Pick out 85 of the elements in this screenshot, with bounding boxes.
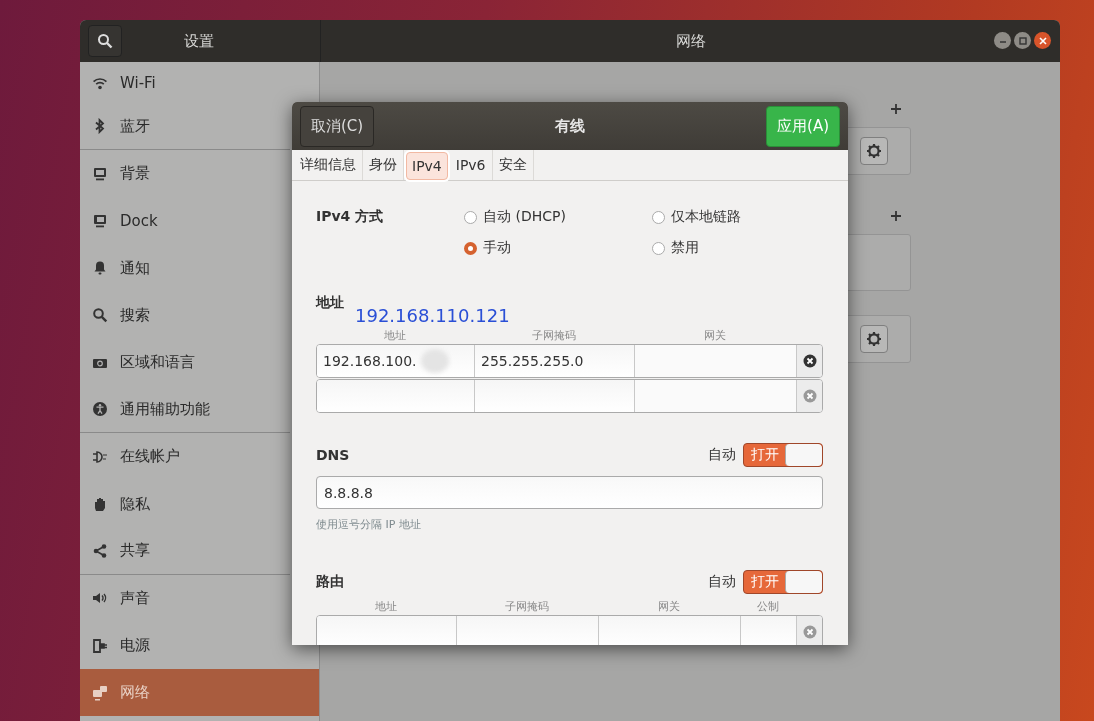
radio-button[interactable] <box>464 210 477 224</box>
radio-option[interactable]: 手动 <box>464 239 652 257</box>
gear-icon <box>866 143 882 159</box>
sidebar-item[interactable]: 搜索 <box>80 291 290 339</box>
accessibility-icon <box>92 401 108 418</box>
auto-label: 自动 <box>708 446 736 464</box>
sidebar-item[interactable]: 背景 <box>80 150 290 198</box>
monitor-icon <box>92 212 108 229</box>
minimize-button[interactable] <box>994 32 1011 49</box>
radio-button[interactable] <box>464 241 477 255</box>
add-icon[interactable] <box>890 210 902 222</box>
radio-label: 自动 (DHCP) <box>483 208 566 226</box>
tab[interactable]: IPv6 <box>449 150 493 180</box>
search-button[interactable] <box>88 25 122 57</box>
settings-button[interactable] <box>860 137 888 165</box>
hint-text: 使用逗号分隔 IP 地址 <box>316 517 421 532</box>
maximize-button[interactable] <box>1014 32 1031 49</box>
close-icon <box>1038 36 1047 45</box>
radio-option[interactable]: 自动 (DHCP) <box>464 208 652 226</box>
settings-button[interactable] <box>860 325 888 353</box>
input-field[interactable] <box>317 380 475 412</box>
annotation-text: 192.168.110.121 <box>355 306 510 326</box>
remove-icon <box>802 354 817 368</box>
sidebar-item[interactable]: Wi-Fi <box>80 62 290 103</box>
redaction-mark <box>420 349 449 373</box>
sidebar-item[interactable]: 通用辅助功能 <box>80 386 290 434</box>
dns-field[interactable]: 8.8.8.8 <box>316 476 823 509</box>
tab[interactable]: 详细信息 <box>294 150 363 180</box>
column-header: 子网掩码 <box>531 327 577 343</box>
radio-label: 禁用 <box>671 239 699 257</box>
hand-icon <box>92 496 108 513</box>
close-button[interactable] <box>1034 32 1051 49</box>
column-header: 地址 <box>374 598 398 614</box>
search-icon <box>92 307 108 324</box>
input-field[interactable]: 192.168.100. <box>317 345 475 377</box>
sidebar-item[interactable]: Dock <box>80 197 290 245</box>
input-field[interactable] <box>741 616 797 645</box>
input-field[interactable]: 255.255.255.0 <box>475 345 635 377</box>
share-icon <box>92 542 108 559</box>
remove-icon <box>802 625 817 639</box>
bell-icon <box>92 260 108 277</box>
input-field[interactable] <box>475 380 635 412</box>
sidebar-item[interactable]: 隐私 <box>80 480 290 528</box>
radio-label: 手动 <box>483 239 511 257</box>
remove-button[interactable] <box>797 345 822 377</box>
monitor-icon <box>92 165 108 182</box>
sidebar-item[interactable]: 声音 <box>80 574 290 623</box>
maximize-icon <box>1018 36 1027 45</box>
radio-option[interactable]: 禁用 <box>652 239 823 257</box>
input-field[interactable] <box>457 616 599 645</box>
tab[interactable]: IPv4 <box>406 152 448 180</box>
section-label: IPv4 方式 <box>316 208 385 226</box>
radio-button[interactable] <box>652 210 665 224</box>
column-header: 网关 <box>703 327 727 343</box>
sidebar-item[interactable]: 电源 <box>80 622 290 670</box>
input-field[interactable] <box>635 380 797 412</box>
section-label: 地址 <box>316 294 345 312</box>
auto-label: 自动 <box>708 573 736 591</box>
gear-icon <box>866 331 882 347</box>
sidebar-item[interactable]: 通知 <box>80 244 290 292</box>
column-header: 地址 <box>383 327 407 343</box>
section-label: 路由 <box>316 573 345 591</box>
cancel-button[interactable]: 取消(C) <box>300 105 375 147</box>
input-field[interactable] <box>635 345 797 377</box>
column-header: 公制 <box>756 598 780 614</box>
radio-button[interactable] <box>652 241 665 255</box>
sidebar-title: 设置 <box>184 31 214 51</box>
sidebar-item[interactable]: 在线帐户 <box>80 433 290 481</box>
radio-option[interactable]: 仅本地链路 <box>652 208 823 226</box>
search-icon <box>97 33 113 49</box>
sidebar-item[interactable]: 蓝牙 <box>80 103 290 151</box>
add-icon[interactable] <box>890 103 902 115</box>
remove-icon <box>802 389 817 403</box>
column-header: 网关 <box>657 598 681 614</box>
input-field[interactable] <box>317 616 457 645</box>
sidebar-item[interactable]: 共享 <box>80 527 290 575</box>
input-field[interactable] <box>599 616 741 645</box>
section-label: DNS <box>316 447 351 463</box>
radio-label: 仅本地链路 <box>671 208 741 226</box>
sidebar-item[interactable]: 区域和语言 <box>80 338 290 387</box>
column-header: 子网掩码 <box>504 598 550 614</box>
window-title: 网络 <box>675 31 706 51</box>
network-icon <box>92 684 108 701</box>
dialog-title: 有线 <box>555 116 586 136</box>
tab[interactable]: 安全 <box>492 150 534 180</box>
